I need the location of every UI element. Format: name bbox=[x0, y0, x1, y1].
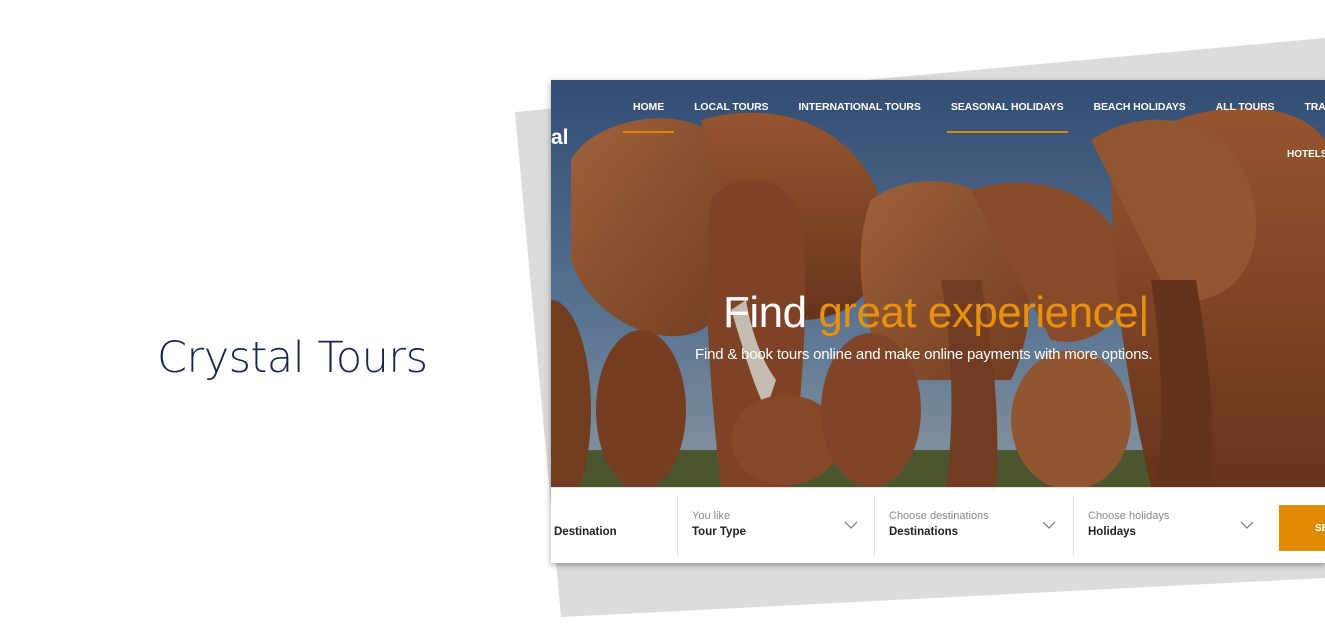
field-divider bbox=[1073, 496, 1074, 556]
nav-beach-holidays[interactable]: BEACH HOLIDAYS bbox=[1094, 101, 1186, 115]
hero-subline: Find & book tours online and make online… bbox=[695, 346, 1153, 363]
field-divider bbox=[677, 496, 678, 556]
chevron-down-icon bbox=[1240, 521, 1254, 529]
nav-local-tours[interactable]: LOCAL TOURS bbox=[694, 101, 768, 115]
destination-value: Destination bbox=[554, 526, 617, 538]
destinations-select[interactable]: Choose destinations Destinations bbox=[889, 488, 1069, 563]
hero-headline: Find great experience| bbox=[723, 288, 1163, 338]
destinations-value: Destinations bbox=[889, 526, 959, 538]
site-logo[interactable]: al bbox=[551, 126, 569, 150]
website-screenshot: al HOME LOCAL TOURS INTERNATIONAL TOURS … bbox=[551, 80, 1325, 563]
chevron-down-icon bbox=[844, 521, 858, 529]
typing-cursor: | bbox=[1138, 288, 1150, 337]
elephant-herd-photo bbox=[551, 80, 1325, 487]
nav-hotels[interactable]: HOTELS bbox=[1287, 149, 1325, 160]
hero-banner: al HOME LOCAL TOURS INTERNATIONAL TOURS … bbox=[551, 80, 1325, 487]
chevron-down-icon bbox=[1042, 521, 1056, 529]
holidays-label: Choose holidays bbox=[1088, 510, 1170, 522]
nav-home[interactable]: HOME bbox=[622, 101, 675, 133]
tour-type-value: Tour Type bbox=[692, 526, 746, 538]
holidays-select[interactable]: Choose holidays Holidays bbox=[1088, 488, 1268, 563]
nav-all-tours[interactable]: ALL TOURS bbox=[1216, 101, 1275, 115]
headline-plain: Find bbox=[723, 288, 819, 337]
tour-type-label: You like bbox=[692, 510, 731, 522]
tour-search-bar: Destination You like Tour Type Choose de… bbox=[551, 487, 1325, 563]
search-button[interactable]: SEARCH bbox=[1279, 505, 1325, 551]
destination-field[interactable]: Destination bbox=[554, 488, 674, 563]
field-divider bbox=[874, 496, 875, 556]
tour-type-select[interactable]: You like Tour Type bbox=[692, 488, 872, 563]
nav-seasonal-holidays[interactable]: SEASONAL HOLIDAYS bbox=[946, 101, 1068, 133]
nav-travel[interactable]: TRA bbox=[1304, 101, 1325, 115]
nav-international-tours[interactable]: INTERNATIONAL TOURS bbox=[798, 101, 920, 115]
main-navigation: HOME LOCAL TOURS INTERNATIONAL TOURS SEA… bbox=[622, 101, 1325, 133]
holidays-value: Holidays bbox=[1088, 526, 1136, 538]
headline-accent: great experience bbox=[818, 288, 1139, 337]
destinations-label: Choose destinations bbox=[889, 510, 989, 522]
